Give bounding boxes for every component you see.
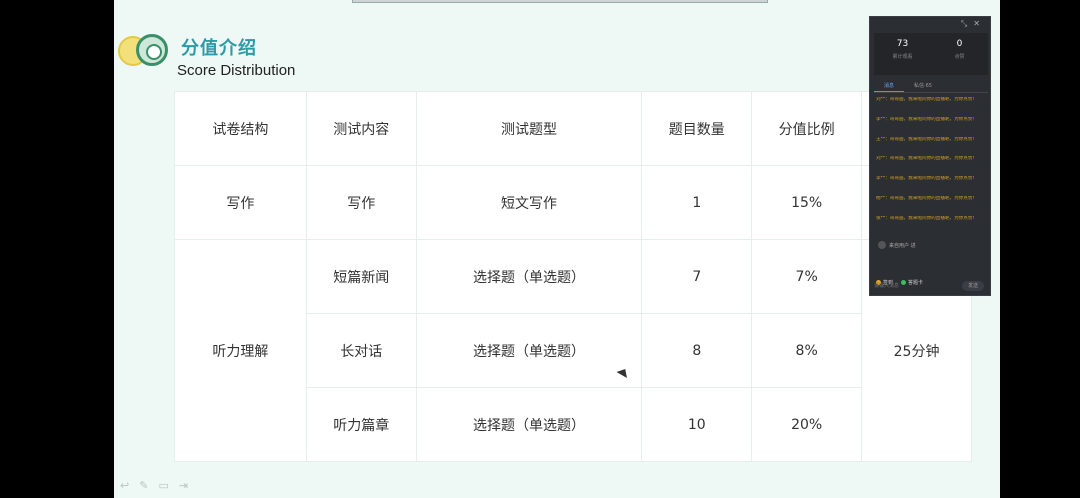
cell-ratio: 20% (751, 387, 863, 462)
cell-count: 1 (641, 165, 753, 240)
cell-count: 8 (641, 313, 753, 388)
list-item: 刘**：哥哥画，我来啦问你的直播呢，为你点赞！ (876, 97, 978, 102)
header-ratio: 分值比例 (751, 91, 863, 166)
cell-content: 短篇新闻 (305, 239, 417, 314)
top-toolbar[interactable] (352, 0, 768, 3)
cell-type: 选择题（单选题） (415, 239, 643, 314)
header-content: 测试内容 (305, 91, 417, 166)
header-structure: 试卷结构 (174, 91, 307, 166)
slide-subtitle: Score Distribution (177, 62, 296, 79)
stat-likes: 0 点赞 (931, 33, 988, 75)
slide: 分值介绍 Score Distribution 试卷结构 测试内容 测试题型 题… (114, 0, 1000, 498)
list-item: 杨**：哥哥画，我来啦问你的直播呢，为你点赞！ (876, 195, 978, 201)
cell-type: 选择题（单选题） (415, 313, 643, 388)
board-icon[interactable]: ▭ (158, 479, 168, 492)
chat-input[interactable] (874, 281, 956, 291)
message-list: 刘**：哥哥画，我来啦问你的直播呢，为你点赞！ 李**：哥哥画，我来啦问你的直播… (876, 97, 988, 236)
list-item: 王**：哥哥画，我来啦问你的直播呢，为你点赞！ (876, 136, 978, 142)
stat-views-number: 73 (896, 39, 909, 49)
table-row: 听力理解 短篇新闻 选择题（单选题） 7 7% 25分钟 (174, 239, 972, 462)
cell-type: 短文写作 (415, 165, 643, 240)
panel-controls: ⤡✕ (961, 19, 986, 29)
list-item: 张**：哥哥画，我来啦问你的直播呢，为你点赞！ (876, 215, 978, 221)
cell-content: 写作 (305, 165, 417, 240)
cell-type: 选择题（单选题） (415, 387, 643, 462)
stats-box: 73 累计观看 0 点赞 (874, 33, 988, 75)
undo-icon[interactable]: ↩ (120, 479, 129, 492)
cell-ratio: 15% (751, 165, 863, 240)
send-button[interactable]: 发送 (962, 281, 984, 291)
user-line-text: 来自用户 进 (889, 242, 916, 249)
cell-ratio: 8% (751, 313, 863, 388)
list-item: 李**：哥哥画，我来啦问你的直播呢，为你点赞！ (876, 116, 978, 122)
cell-content: 长对话 (305, 313, 417, 388)
cell-section: 听力理解 (174, 239, 307, 462)
avatar (878, 241, 886, 249)
cell-count: 10 (641, 387, 753, 462)
table-row: 写作 写作 短文写作 1 15% (174, 165, 972, 240)
cell-ratio: 7% (751, 239, 863, 314)
stat-likes-label: 点赞 (954, 54, 965, 60)
table-header-row: 试卷结构 测试内容 测试题型 题目数量 分值比例 (174, 91, 972, 166)
close-icon[interactable]: ✕ (973, 19, 986, 28)
tab-private[interactable]: 私信·65 (904, 79, 942, 92)
cell-section: 写作 (174, 165, 307, 240)
logo-icon (118, 34, 168, 68)
list-item: 刘**：哥哥画，我来啦问你的直播呢，为你点赞！ (876, 156, 978, 162)
stat-views-label: 累计观看 (892, 54, 913, 60)
stat-likes-number: 0 (956, 39, 963, 49)
cell-count: 7 (641, 239, 753, 314)
tab-messages[interactable]: 消息 (874, 79, 905, 92)
header-type: 测试题型 (415, 91, 643, 166)
resize-icon[interactable]: ⤡ (961, 19, 973, 28)
list-item: 李**：哥哥画，我来啦问你的直播呢，为你点赞！ (876, 176, 978, 182)
header-count: 题目数量 (641, 91, 753, 166)
stat-views: 73 累计观看 (874, 33, 931, 75)
score-table: 试卷结构 测试内容 测试题型 题目数量 分值比例 写作 写作 短文写作 1 15… (174, 91, 972, 462)
next-icon[interactable]: ⇥ (179, 479, 188, 492)
live-chat-panel: ⤡✕ 73 累计观看 0 点赞 消息 私信·65 刘**：哥哥画，我来啦问你的直… (869, 16, 991, 296)
pen-icon[interactable]: ✎ (139, 479, 148, 492)
cell-content: 听力篇章 (305, 387, 417, 462)
slide-title: 分值介绍 (181, 38, 257, 59)
panel-tabs: 消息 私信·65 (874, 79, 988, 93)
user-line: 来自用户 进 (878, 241, 916, 249)
slide-tools: ↩ ✎ ▭ ⇥ (120, 479, 188, 492)
